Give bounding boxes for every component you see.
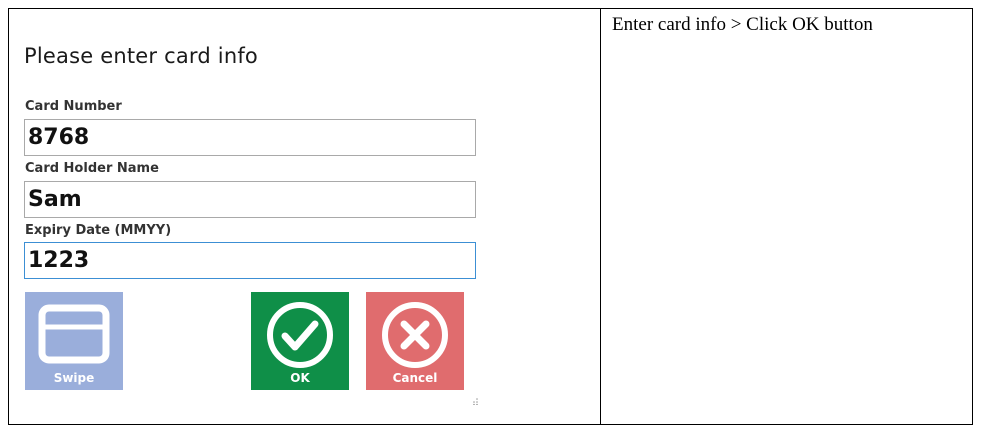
x-circle-icon — [382, 302, 448, 368]
card-info-dialog: Please enter card info Card Number 8768 … — [9, 9, 487, 409]
swipe-label: Swipe — [53, 371, 95, 385]
instruction-text: Enter card info > Click OK button — [612, 14, 873, 35]
ok-label: OK — [290, 371, 310, 385]
card-number-input[interactable]: 8768 — [24, 119, 476, 156]
card-holder-name-input[interactable]: Sam — [24, 181, 476, 218]
instruction-cell: Enter card info > Click OK button — [601, 9, 972, 424]
checkmark-circle-icon — [267, 302, 333, 368]
cancel-label: Cancel — [392, 371, 438, 385]
ok-button[interactable]: OK — [251, 292, 349, 390]
dialog-title: Please enter card info — [24, 44, 258, 68]
screenshot-cell: Please enter card info Card Number 8768 … — [9, 9, 601, 424]
expiry-date-label: Expiry Date (MMYY) — [25, 223, 172, 238]
cancel-button[interactable]: Cancel — [366, 292, 464, 390]
resize-grip-icon[interactable] — [471, 397, 479, 405]
card-icon — [38, 304, 110, 364]
swipe-button[interactable]: Swipe — [25, 292, 123, 390]
card-holder-name-label: Card Holder Name — [25, 161, 159, 176]
instruction-table: Please enter card info Card Number 8768 … — [8, 8, 973, 425]
expiry-date-input[interactable]: 1223 — [24, 242, 476, 279]
card-number-label: Card Number — [25, 99, 122, 114]
